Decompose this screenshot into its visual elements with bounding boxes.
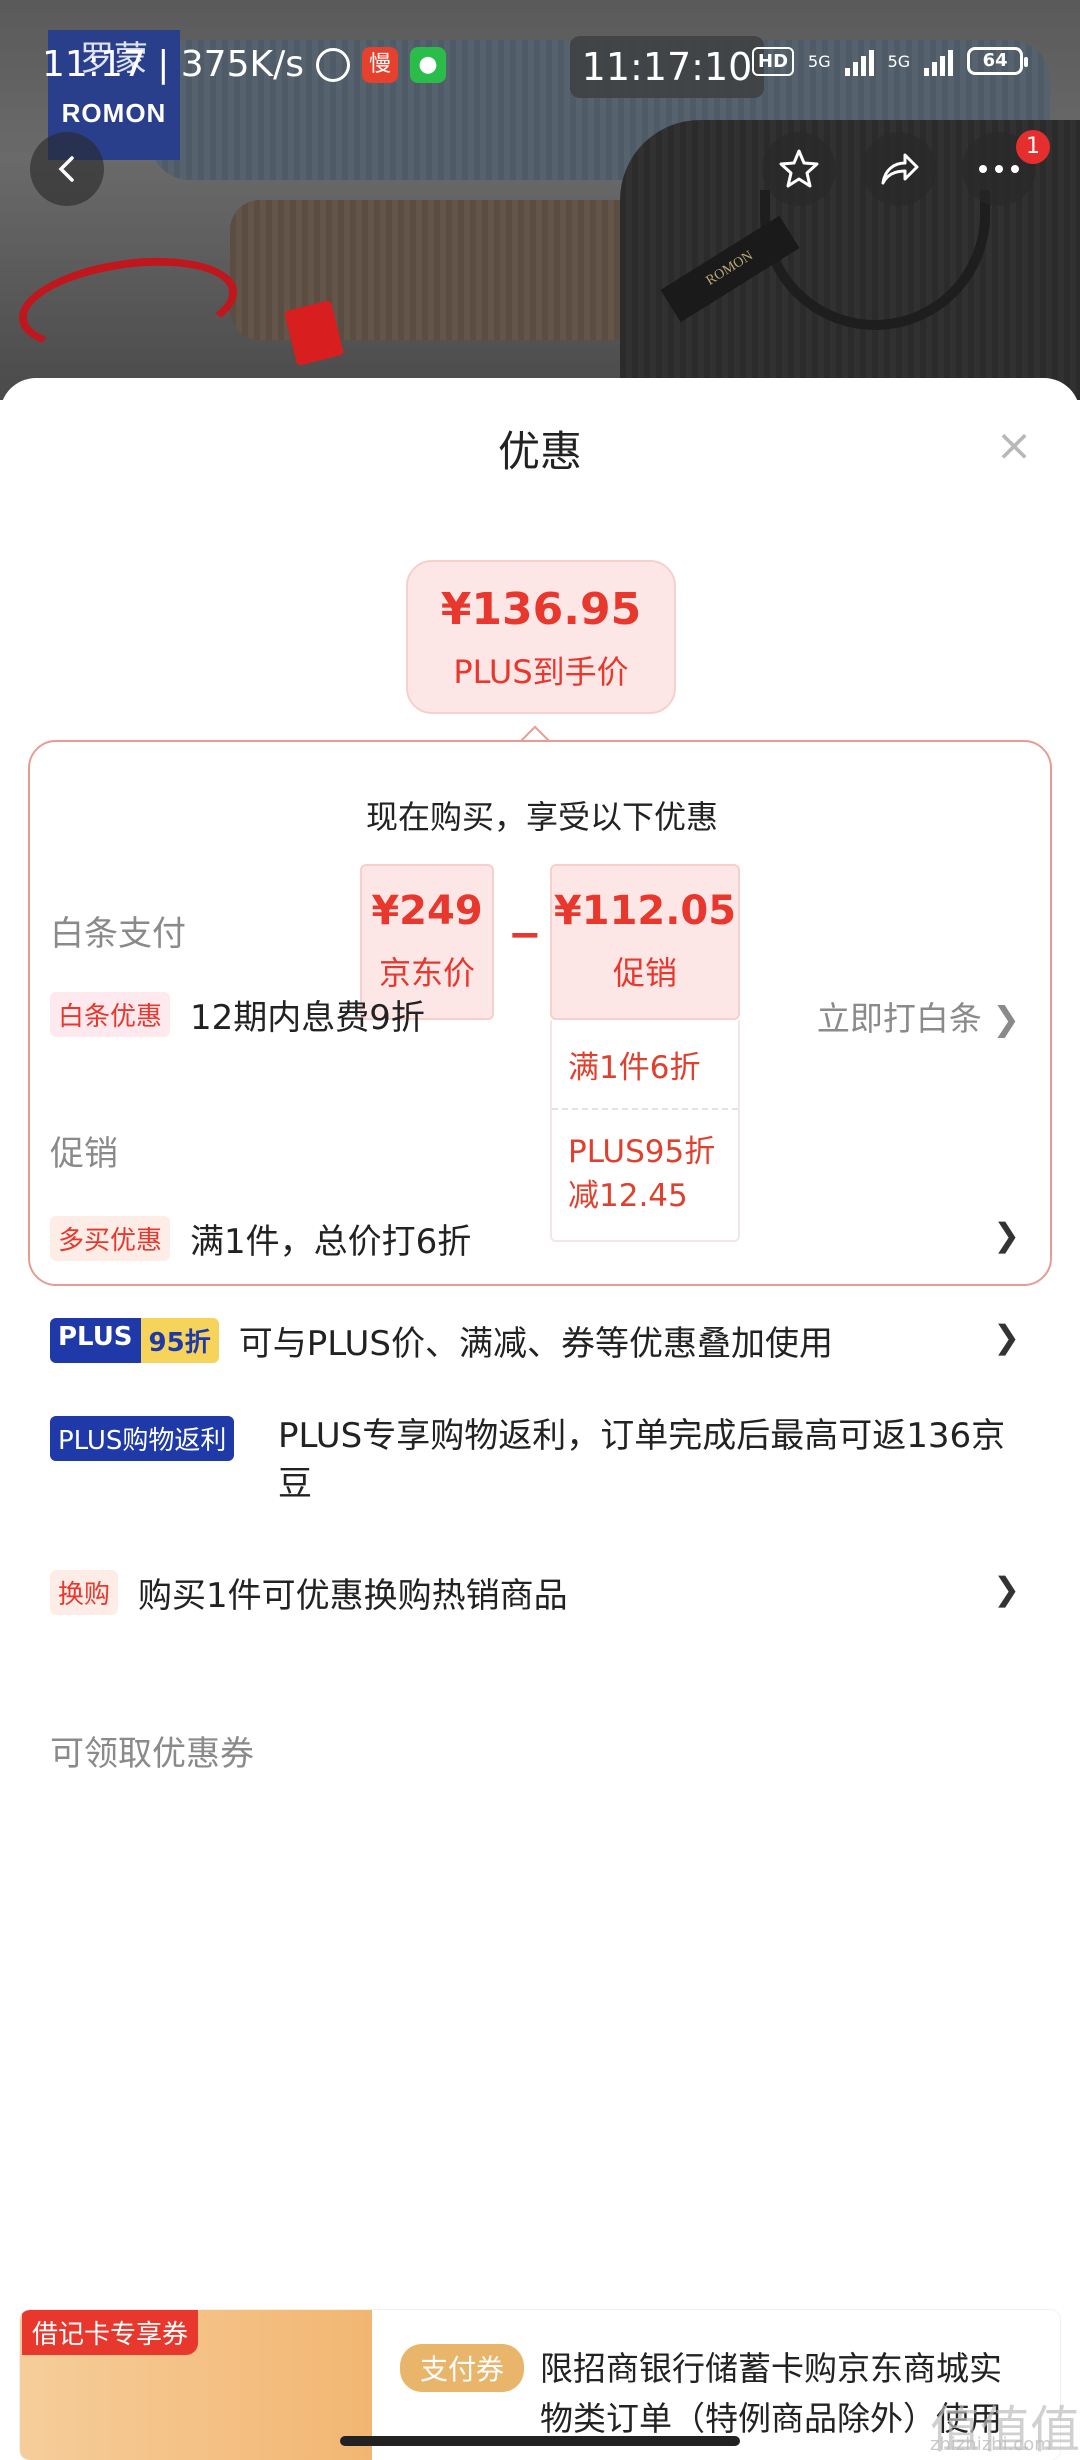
multi-buy-text: 满1件，总价打6折 (190, 1221, 472, 1262)
battery-icon: 64 (967, 47, 1029, 75)
favorite-button[interactable] (762, 132, 836, 206)
sheet-title: 优惠 (497, 427, 582, 476)
slow-app-icon: 慢 (361, 46, 398, 83)
chevron-right-icon: ❯ (993, 1318, 1020, 1356)
promo-row-multi-buy[interactable]: 多买优惠 满1件，总价打6折 ❯ (50, 1208, 1040, 1268)
watermark-url: zhizhizhi.com (930, 2434, 1052, 2455)
discount-tag-label: 95折 (140, 1317, 219, 1363)
multi-buy-tag: 多买优惠 (50, 1215, 171, 1261)
promotion-section-title: 促销 (50, 1134, 118, 1174)
rebate-tag: PLUS购物返利 (50, 1415, 235, 1461)
baitiao-row[interactable]: 白条优惠 12期内息费9折 立即打白条 ❯ (50, 984, 1040, 1044)
baitiao-link[interactable]: 立即打白条 ❯ (817, 992, 1020, 1040)
notification-badge: 1 (1016, 130, 1050, 164)
signal-icon-1 (844, 46, 874, 76)
close-icon[interactable]: × (994, 424, 1034, 468)
chevron-right-icon: ❯ (993, 1570, 1020, 1608)
rebate-text: PLUS专享购物返利，订单完成后最高可返136京豆 (278, 1416, 1006, 1504)
more-dots-icon (979, 165, 1019, 173)
plus95-text: 可与PLUS价、满减、券等优惠叠加使用 (238, 1323, 833, 1364)
promo-detail-1: 满1件6折 (568, 1050, 701, 1086)
status-time-speed: 11:17 | 375K/s (42, 44, 304, 85)
exchange-tag: 换购 (50, 1569, 119, 1615)
coupon-type-badge: 支付券 (400, 2344, 525, 2392)
share-button[interactable] (862, 132, 936, 206)
final-price-label: PLUS到手价 (453, 653, 629, 691)
net-label-1: 5G (808, 51, 831, 71)
promo-row-plus95[interactable]: PLUS 95折 可与PLUS价、满减、券等优惠叠加使用 ❯ (50, 1310, 1040, 1370)
divider (552, 1108, 738, 1110)
chevron-left-icon (58, 156, 74, 182)
wechat-icon: ● (409, 46, 446, 83)
hd-icon: HD (752, 46, 795, 76)
promo-detail-2: PLUS95折减12.45 (568, 1134, 716, 1214)
promo-row-exchange[interactable]: 换购 购买1件可优惠换购热销商品 ❯ (50, 1562, 1040, 1622)
discount-sheet: 优惠 × ¥136.95 PLUS到手价 现在购买，享受以下优惠 ¥249 京东… (0, 378, 1080, 2460)
calc-heading: 现在购买，享受以下优惠 (365, 798, 718, 836)
status-right: HD 5G 5G 64 (752, 46, 1029, 76)
status-bar: 11:17 | 375K/s 慢 ● 11:17:10 HD 5G 5G 64 (0, 0, 1080, 130)
minus-sign: − (508, 912, 542, 958)
baitiao-text: 12期内息费9折 (190, 997, 425, 1038)
clock-pill: 11:17:10 (570, 36, 764, 98)
status-left: 11:17 | 375K/s 慢 ● (42, 44, 446, 85)
home-indicator[interactable] (340, 2436, 740, 2446)
chevron-right-icon: ❯ (993, 1216, 1020, 1254)
promo-price-value: ¥112.05 (553, 888, 737, 934)
net-label-2: 5G (887, 51, 911, 71)
plus95-tag: PLUS 95折 (50, 1317, 219, 1363)
coupon-section-title: 可领取优惠券 (50, 1734, 254, 1774)
base-price-value: ¥249 (371, 888, 483, 934)
signal-icon-2 (924, 46, 954, 76)
exchange-text: 购买1件可优惠换购热销商品 (138, 1575, 568, 1616)
ribbon-decoration (12, 245, 244, 365)
back-button[interactable] (30, 132, 104, 206)
final-price-value: ¥136.95 (440, 584, 642, 635)
share-icon (881, 153, 919, 185)
star-icon (779, 149, 819, 188)
plus-tag-label: PLUS (50, 1317, 141, 1363)
baitiao-section-title: 白条支付 (50, 914, 186, 954)
coupon-flag: 借记卡专享券 (22, 2310, 199, 2355)
alarm-icon (315, 47, 350, 82)
plus-final-price: ¥136.95 PLUS到手价 (406, 560, 676, 714)
baitiao-tag: 白条优惠 (50, 991, 171, 1037)
